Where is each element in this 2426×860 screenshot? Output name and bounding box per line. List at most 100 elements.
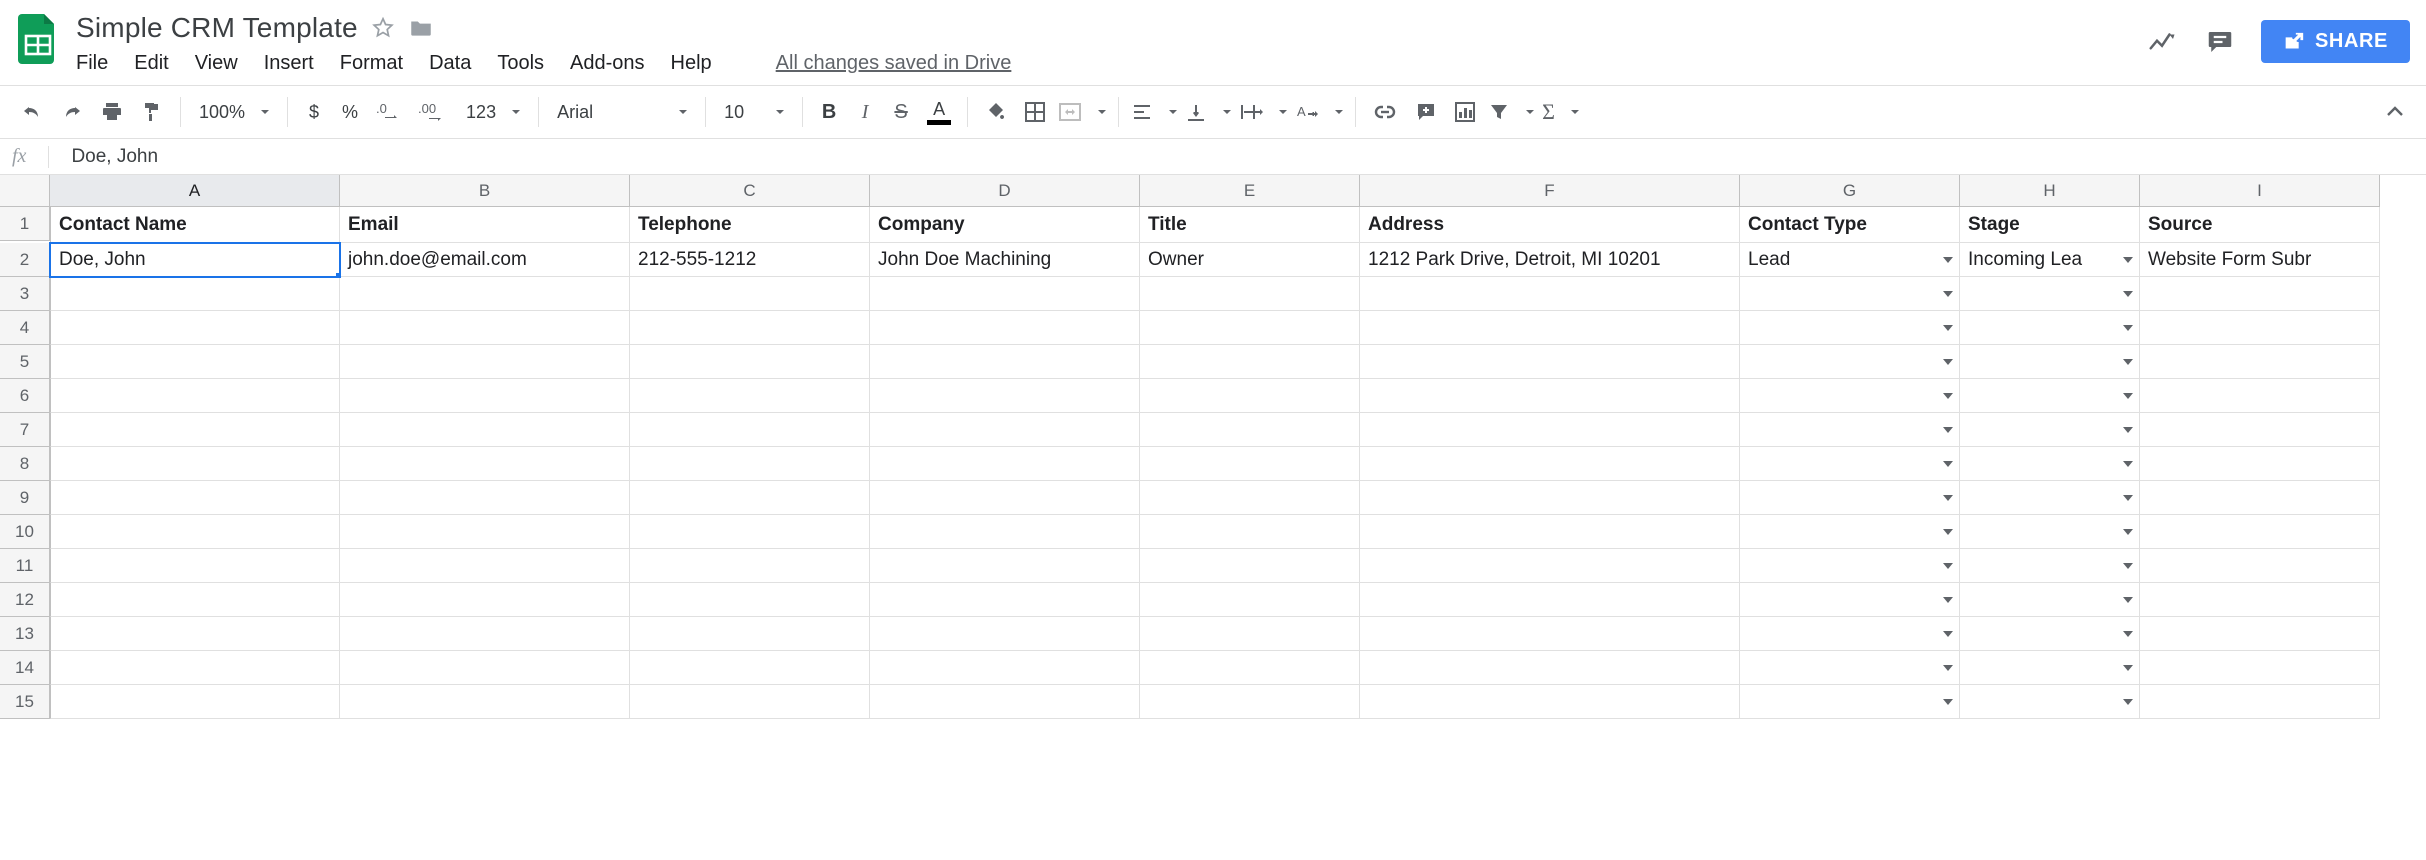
cell[interactable] <box>1360 277 1740 311</box>
data-validation-caret-icon[interactable] <box>1943 291 1953 297</box>
cell[interactable] <box>50 583 340 617</box>
menu-tools[interactable]: Tools <box>497 52 544 75</box>
data-validation-caret-icon[interactable] <box>2123 495 2133 501</box>
data-validation-caret-icon[interactable] <box>2123 393 2133 399</box>
cell[interactable] <box>2140 583 2380 617</box>
cell[interactable] <box>630 481 870 515</box>
data-validation-caret-icon[interactable] <box>1943 325 1953 331</box>
header-cell[interactable]: Contact Type <box>1740 207 1960 243</box>
insert-comment-button[interactable] <box>1406 86 1446 138</box>
cell[interactable] <box>2140 515 2380 549</box>
cell[interactable] <box>1740 413 1960 447</box>
cell[interactable] <box>630 277 870 311</box>
cell[interactable] <box>1140 379 1360 413</box>
zoom-dropdown[interactable]: 100% <box>189 86 279 138</box>
data-validation-caret-icon[interactable] <box>2123 631 2133 637</box>
cell[interactable] <box>630 685 870 719</box>
font-family-dropdown[interactable]: Arial <box>547 86 697 138</box>
cell[interactable] <box>1140 583 1360 617</box>
row-header[interactable]: 2 <box>0 243 50 277</box>
column-header[interactable]: I <box>2140 175 2380 207</box>
cell[interactable] <box>1360 379 1740 413</box>
paint-format-button[interactable] <box>132 86 172 138</box>
merge-cells-dropdown[interactable] <box>1054 86 1110 138</box>
cell[interactable] <box>870 413 1140 447</box>
cell[interactable] <box>870 277 1140 311</box>
column-header[interactable]: H <box>1960 175 2140 207</box>
cell[interactable] <box>50 515 340 549</box>
cell[interactable] <box>1140 277 1360 311</box>
collapse-toolbar-button[interactable] <box>2376 86 2414 138</box>
header-cell[interactable]: Email <box>340 207 630 243</box>
strikethrough-button[interactable]: S <box>883 86 919 138</box>
header-cell[interactable]: Stage <box>1960 207 2140 243</box>
comments-icon[interactable] <box>2203 25 2237 59</box>
cell[interactable] <box>630 311 870 345</box>
cell[interactable] <box>1360 311 1740 345</box>
header-cell[interactable]: Telephone <box>630 207 870 243</box>
spreadsheet-grid[interactable]: ABCDEFGHI1Contact NameEmailTelephoneComp… <box>0 175 2426 719</box>
cell[interactable]: Incoming Lea <box>1960 243 2140 277</box>
row-header[interactable]: 9 <box>0 481 50 515</box>
column-header[interactable]: B <box>340 175 630 207</box>
cell[interactable] <box>50 379 340 413</box>
cell[interactable] <box>870 515 1140 549</box>
cell[interactable] <box>870 617 1140 651</box>
row-header[interactable]: 3 <box>0 277 50 311</box>
cell[interactable] <box>1960 277 2140 311</box>
cell[interactable]: Doe, John <box>50 243 340 277</box>
cell[interactable] <box>340 651 630 685</box>
header-cell[interactable]: Company <box>870 207 1140 243</box>
cell[interactable] <box>1360 413 1740 447</box>
vertical-align-dropdown[interactable] <box>1181 86 1235 138</box>
data-validation-caret-icon[interactable] <box>1943 563 1953 569</box>
row-header[interactable]: 15 <box>0 685 50 719</box>
cell[interactable] <box>1960 549 2140 583</box>
cell[interactable] <box>50 481 340 515</box>
header-cell[interactable]: Contact Name <box>50 207 340 243</box>
format-percent-button[interactable]: % <box>332 86 368 138</box>
cell[interactable] <box>870 311 1140 345</box>
cell[interactable] <box>630 413 870 447</box>
header-cell[interactable]: Source <box>2140 207 2380 243</box>
data-validation-caret-icon[interactable] <box>1943 257 1953 263</box>
cell[interactable] <box>1740 617 1960 651</box>
cell[interactable] <box>50 651 340 685</box>
cell[interactable] <box>50 447 340 481</box>
cell[interactable] <box>870 345 1140 379</box>
cell[interactable]: Lead <box>1740 243 1960 277</box>
cell[interactable] <box>630 379 870 413</box>
sheets-logo-icon[interactable] <box>12 12 64 64</box>
row-header[interactable]: 4 <box>0 311 50 345</box>
cell[interactable] <box>1140 685 1360 719</box>
cell[interactable] <box>1360 549 1740 583</box>
row-header[interactable]: 12 <box>0 583 50 617</box>
cell[interactable] <box>1960 379 2140 413</box>
cell[interactable] <box>870 379 1140 413</box>
cell[interactable] <box>340 311 630 345</box>
cell[interactable] <box>1960 583 2140 617</box>
cell[interactable] <box>340 481 630 515</box>
cell[interactable] <box>1360 447 1740 481</box>
cell[interactable] <box>870 447 1140 481</box>
header-cell[interactable]: Address <box>1360 207 1740 243</box>
cell[interactable] <box>1360 481 1740 515</box>
data-validation-caret-icon[interactable] <box>2123 291 2133 297</box>
italic-button[interactable]: I <box>847 86 883 138</box>
data-validation-caret-icon[interactable] <box>1943 699 1953 705</box>
cell[interactable] <box>340 549 630 583</box>
cell[interactable] <box>2140 685 2380 719</box>
decrease-decimals-button[interactable]: .0 <box>368 86 410 138</box>
cell[interactable] <box>1140 617 1360 651</box>
menu-insert[interactable]: Insert <box>264 52 314 75</box>
redo-button[interactable] <box>52 86 92 138</box>
row-header[interactable]: 11 <box>0 549 50 583</box>
header-cell[interactable]: Title <box>1140 207 1360 243</box>
cell[interactable] <box>1960 413 2140 447</box>
cell[interactable]: 1212 Park Drive, Detroit, MI 10201 <box>1360 243 1740 277</box>
cell[interactable]: Owner <box>1140 243 1360 277</box>
cell[interactable] <box>340 379 630 413</box>
data-validation-caret-icon[interactable] <box>1943 427 1953 433</box>
horizontal-align-dropdown[interactable] <box>1127 86 1181 138</box>
cell[interactable] <box>1740 583 1960 617</box>
